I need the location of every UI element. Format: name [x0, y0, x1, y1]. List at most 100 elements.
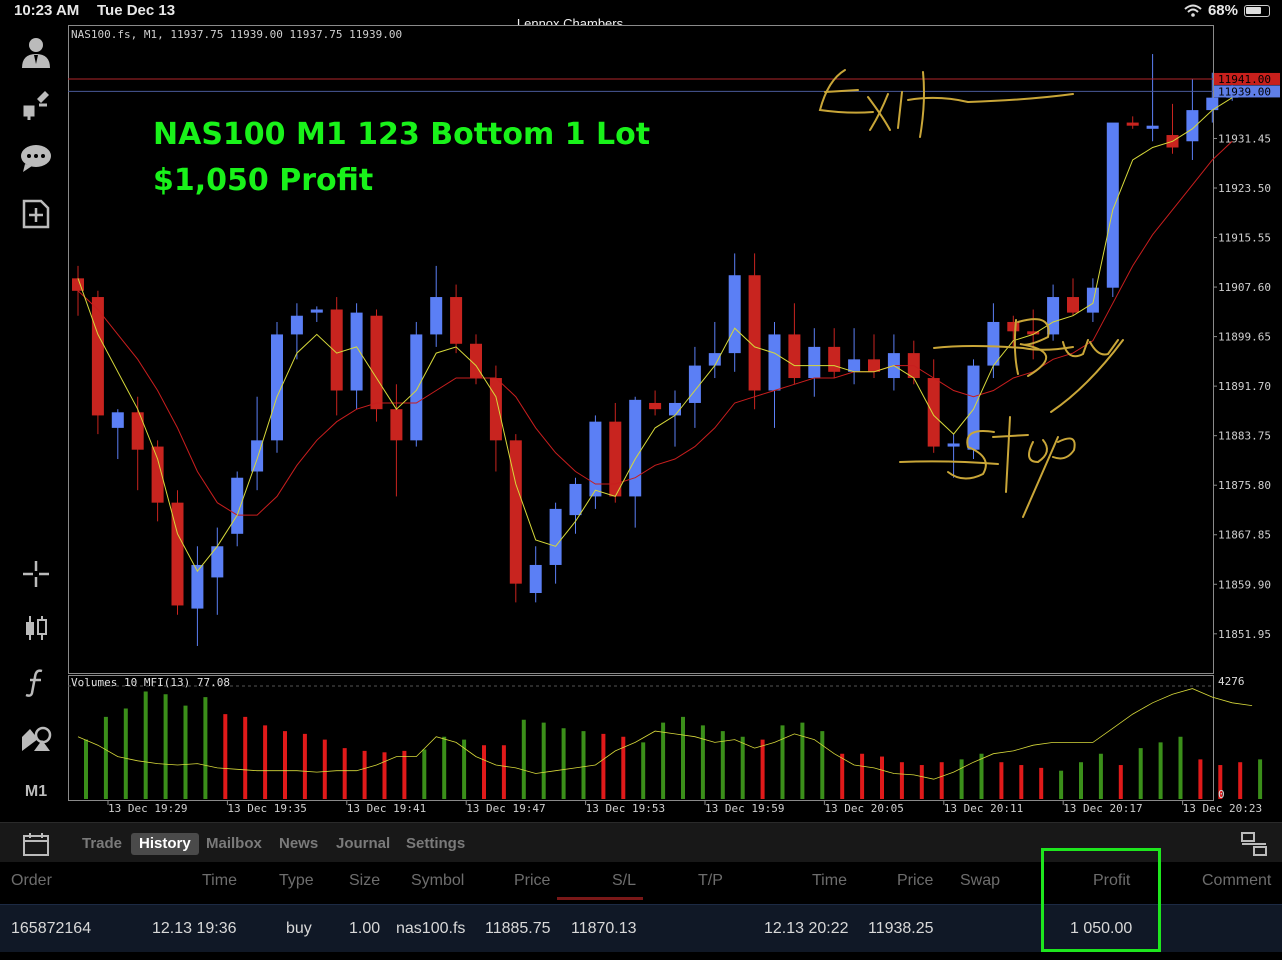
cell-type: buy	[286, 920, 312, 937]
candle-body	[450, 297, 463, 344]
chart-type-button[interactable]	[14, 606, 58, 650]
candle-body	[629, 399, 642, 497]
col-size[interactable]: Size	[349, 872, 380, 890]
cell-profit: 1 050.00	[1070, 920, 1133, 937]
candle-body	[569, 483, 582, 516]
candle-body	[410, 334, 423, 441]
table-row[interactable]: 165872164 12.13 19:36 buy 1.00 nas100.fs…	[0, 904, 1282, 952]
candle-body	[927, 378, 940, 447]
overlay-title: NAS100 M1 123 Bottom 1 Lot $1,050 Profit	[153, 112, 650, 204]
y-tick-label: 11851.95	[1218, 628, 1271, 641]
x-tick-label: 13 Dec 19:47	[466, 802, 545, 815]
tab-news[interactable]: News	[271, 833, 326, 855]
col-open-price[interactable]: Price	[514, 872, 550, 890]
cell-symbol: nas100.fs	[396, 920, 466, 937]
x-tick-label: 13 Dec 20:23	[1183, 802, 1262, 815]
candle-body	[828, 346, 841, 372]
candle-body	[1146, 125, 1159, 129]
tab-mailbox[interactable]: Mailbox	[198, 833, 270, 855]
candle-body	[231, 477, 244, 534]
candle-body	[848, 359, 861, 372]
col-symbol[interactable]: Symbol	[411, 872, 464, 890]
y-tick-label: 11923.50	[1218, 182, 1271, 195]
col-sl[interactable]: S/L	[612, 872, 636, 890]
new-order-button[interactable]	[14, 192, 58, 236]
candle-body	[768, 334, 781, 391]
chat-button[interactable]	[14, 136, 58, 180]
chart-type-icon	[26, 616, 47, 640]
cell-order: 165872164	[11, 920, 92, 937]
left-toolbar: M1	[0, 22, 68, 822]
cell-size: 1.00	[349, 920, 381, 937]
candle-body	[1186, 110, 1199, 142]
objects-button[interactable]	[14, 716, 58, 760]
account-button[interactable]	[14, 30, 58, 74]
candle-body	[350, 312, 363, 391]
candle-body	[728, 275, 741, 354]
history-table-header: Order Time Type Size Symbol Price S/L T/…	[0, 862, 1282, 900]
candle-body	[947, 443, 960, 447]
y-tick-label: 11899.65	[1218, 331, 1271, 344]
col-type[interactable]: Type	[279, 872, 314, 890]
candle-body	[688, 365, 701, 403]
tab-settings[interactable]: Settings	[398, 833, 473, 855]
bid-price-label: 11939.00	[1218, 85, 1271, 98]
candle-body	[868, 359, 880, 372]
candle-body	[1126, 122, 1139, 126]
cell-sl: 11870.13	[571, 920, 637, 937]
x-tick-label: 13 Dec 20:11	[944, 802, 1023, 815]
candle-body	[529, 564, 542, 593]
new-order-icon	[22, 199, 50, 229]
candle-body	[609, 421, 622, 497]
indicator-button[interactable]	[14, 660, 58, 704]
x-tick-label: 13 Dec 19:35	[227, 802, 306, 815]
battery-percent: 68%	[1207, 2, 1238, 19]
candle-body	[649, 402, 662, 410]
tab-history[interactable]: History	[131, 833, 199, 855]
candle-body	[290, 315, 303, 335]
tab-trade[interactable]: Trade	[74, 833, 130, 855]
candle-body	[111, 412, 124, 428]
chat-icon	[21, 145, 51, 172]
candle-body	[310, 309, 323, 313]
candle-body	[370, 315, 383, 410]
candle-body	[390, 409, 403, 441]
cell-close-time: 12.13 20:22	[764, 920, 849, 937]
y-tick-label: 11907.60	[1218, 281, 1271, 294]
layout-icon[interactable]	[1240, 831, 1268, 857]
x-tick-label: 13 Dec 19:53	[586, 802, 665, 815]
col-open-time[interactable]: Time	[202, 872, 237, 890]
candle-body	[1206, 97, 1219, 111]
status-right: 68%	[1184, 2, 1270, 19]
col-swap[interactable]: Swap	[960, 872, 1000, 890]
col-order[interactable]: Order	[11, 872, 52, 890]
col-profit[interactable]: Profit	[1093, 872, 1130, 890]
candle-body	[748, 275, 761, 391]
timeframe-label: M1	[24, 783, 48, 800]
wifi-icon	[1184, 4, 1202, 17]
candle-body	[1007, 321, 1020, 332]
col-close-price[interactable]: Price	[897, 872, 933, 890]
bottom-tabbar: Trade History Mailbox News Journal Setti…	[0, 822, 1282, 862]
objects-icon	[22, 726, 52, 751]
candle-body	[549, 508, 562, 565]
status-time: 10:23 AM	[14, 2, 80, 19]
candle-body	[430, 297, 443, 335]
volume-min-label: 0	[1218, 788, 1225, 801]
timeframe-button[interactable]: M1	[14, 770, 58, 814]
col-close-time[interactable]: Time	[812, 872, 847, 890]
calendar-icon[interactable]	[22, 831, 50, 857]
sl-column-marker	[557, 897, 643, 900]
y-tick-label: 11867.85	[1218, 529, 1271, 542]
col-tp[interactable]: T/P	[698, 872, 723, 890]
volume-max-label: 4276	[1218, 675, 1245, 688]
cell-open-price: 11885.75	[485, 920, 551, 937]
crosshair-button[interactable]	[14, 552, 58, 596]
crosshair-icon	[23, 561, 49, 587]
y-tick-label: 11891.70	[1218, 380, 1271, 393]
quotes-button[interactable]	[14, 82, 58, 126]
x-tick-label: 13 Dec 19:29	[108, 802, 187, 815]
col-comment[interactable]: Comment	[1202, 872, 1271, 890]
candle-body	[708, 353, 721, 366]
tab-journal[interactable]: Journal	[328, 833, 398, 855]
